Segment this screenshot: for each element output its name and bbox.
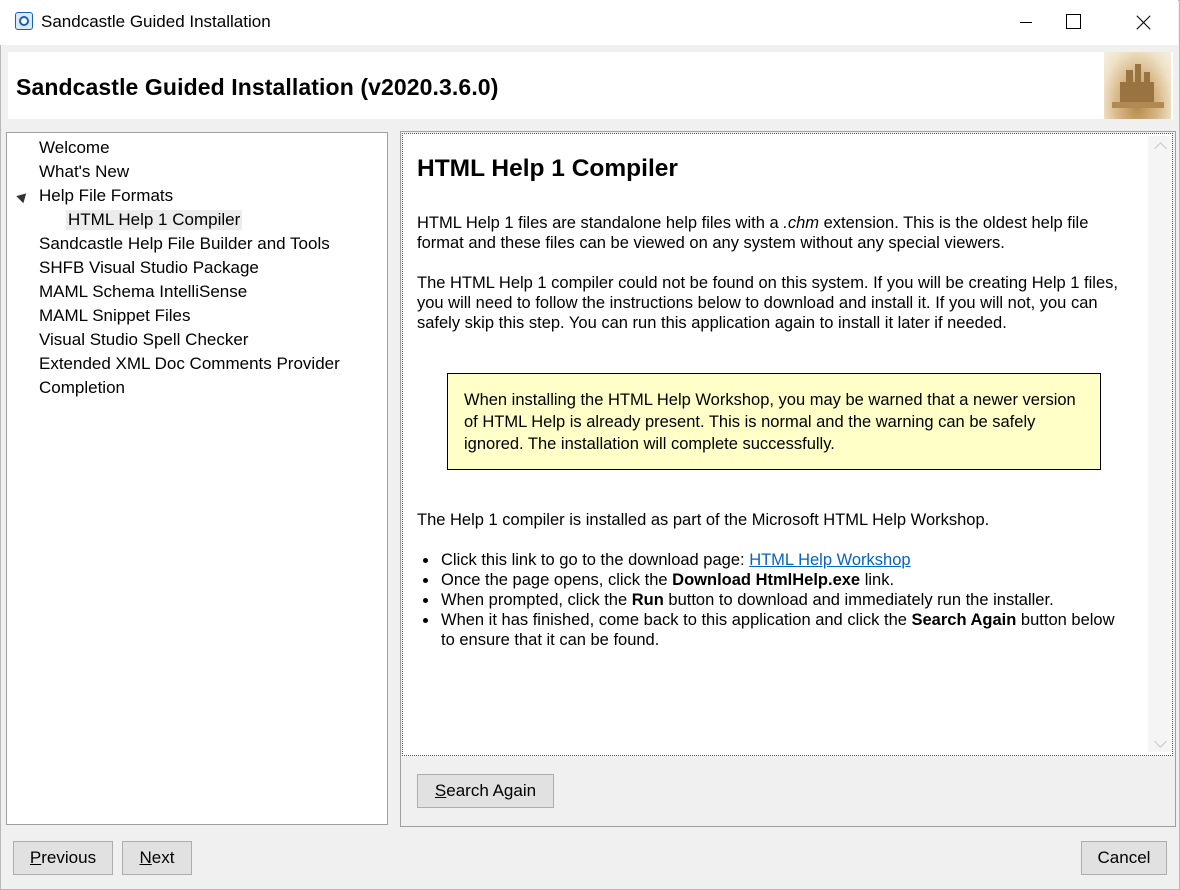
- previous-button[interactable]: Previous: [13, 841, 113, 875]
- list-item: When prompted, click the Run button to d…: [439, 590, 1129, 610]
- search-again-button[interactable]: Search Again: [417, 774, 554, 808]
- header-banner: Sandcastle Guided Installation (v2020.3.…: [8, 52, 1173, 119]
- vertical-scrollbar[interactable]: [1148, 136, 1172, 752]
- nav-item-completion[interactable]: Completion: [39, 378, 125, 398]
- list-item: Once the page opens, click the Download …: [439, 570, 1129, 590]
- list-item: Click this link to go to the download pa…: [439, 550, 1129, 570]
- nav-item-maml-snippets[interactable]: MAML Snippet Files: [39, 306, 190, 326]
- scroll-up-icon[interactable]: [1154, 142, 1167, 155]
- minimize-icon[interactable]: [1003, 0, 1049, 45]
- next-button[interactable]: Next: [122, 841, 192, 875]
- nav-item-shfb-and-tools[interactable]: Sandcastle Help File Builder and Tools: [39, 234, 330, 254]
- nav-item-help-file-formats[interactable]: Help File Formats: [39, 186, 173, 206]
- expand-collapse-icon[interactable]: [16, 189, 30, 204]
- html-help-workshop-link[interactable]: HTML Help Workshop: [749, 551, 910, 569]
- nav-item-spell-checker[interactable]: Visual Studio Spell Checker: [39, 330, 248, 350]
- step-tree: Welcome What's New Help File Formats HTM…: [6, 132, 388, 825]
- warning-note: When installing the HTML Help Workshop, …: [447, 373, 1101, 470]
- sandcastle-image: [1104, 52, 1171, 119]
- scroll-down-icon[interactable]: [1154, 735, 1167, 748]
- content-body: HTML Help 1 Compiler HTML Help 1 files a…: [417, 152, 1129, 650]
- window-title: Sandcastle Guided Installation: [41, 12, 271, 31]
- close-icon[interactable]: [1120, 0, 1166, 45]
- nav-item-html-help-1-compiler[interactable]: HTML Help 1 Compiler: [66, 210, 243, 230]
- list-item: When it has finished, come back to this …: [439, 610, 1129, 650]
- intro-paragraph: HTML Help 1 files are standalone help fi…: [417, 214, 1089, 252]
- nav-item-maml-intellisense[interactable]: MAML Schema IntelliSense: [39, 282, 247, 302]
- not-found-paragraph: The HTML Help 1 compiler could not be fo…: [417, 274, 1118, 332]
- nav-item-xml-doc-comments[interactable]: Extended XML Doc Comments Provider: [39, 354, 340, 374]
- nav-item-welcome[interactable]: Welcome: [39, 138, 110, 158]
- cancel-button[interactable]: Cancel: [1081, 841, 1167, 875]
- workshop-paragraph: The Help 1 compiler is installed as part…: [417, 511, 990, 529]
- page-heading: HTML Help 1 Compiler: [417, 155, 678, 182]
- nav-item-vs-package[interactable]: SHFB Visual Studio Package: [39, 258, 259, 278]
- help-question-icon: [15, 12, 33, 30]
- steps-list: Click this link to go to the download pa…: [417, 550, 1129, 650]
- nav-item-whats-new[interactable]: What's New: [39, 162, 129, 182]
- title-bar[interactable]: Sandcastle Guided Installation: [0, 0, 1178, 45]
- maximize-icon[interactable]: [1050, 0, 1096, 45]
- banner-title: Sandcastle Guided Installation (v2020.3.…: [16, 74, 499, 100]
